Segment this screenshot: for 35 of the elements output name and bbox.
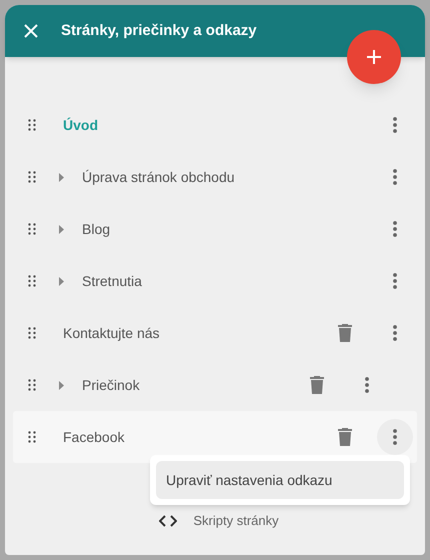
page-title[interactable]: Kontaktujte nás [63, 322, 160, 344]
kebab-icon [393, 325, 397, 341]
drag-handle-icon[interactable] [28, 171, 36, 183]
drag-handle-icon[interactable] [28, 431, 36, 443]
page-title[interactable]: Úprava stránok obchodu [82, 166, 235, 188]
close-icon [24, 24, 38, 38]
page-title[interactable]: Blog [82, 218, 110, 240]
page-title[interactable]: Stretnutia [82, 270, 142, 292]
menu-item[interactable]: Upraviť nastavenia odkazu [156, 461, 404, 499]
page-scripts-link[interactable]: Skripty stránky [193, 511, 279, 530]
kebab-icon [365, 377, 369, 393]
expand-caret-icon[interactable] [59, 172, 64, 182]
drag-handle-icon[interactable] [28, 119, 36, 131]
drag-handle-icon[interactable] [28, 327, 36, 339]
kebab-icon [393, 273, 397, 289]
kebab-icon [393, 117, 397, 133]
plus-icon [367, 50, 381, 64]
expand-caret-icon[interactable] [59, 380, 64, 390]
trash-icon [338, 324, 352, 342]
trash-icon [310, 376, 324, 394]
trash-icon [338, 428, 352, 446]
expand-caret-icon[interactable] [59, 276, 64, 286]
drag-handle-icon[interactable] [28, 379, 36, 391]
kebab-icon [393, 429, 397, 445]
kebab-icon [393, 169, 397, 185]
expand-caret-icon[interactable] [59, 224, 64, 234]
code-icon[interactable] [159, 514, 178, 527]
drag-handle-icon[interactable] [28, 223, 36, 235]
add-button[interactable] [347, 30, 401, 84]
page-title[interactable]: Facebook [63, 426, 124, 448]
drag-handle-icon[interactable] [28, 275, 36, 287]
kebab-icon [393, 221, 397, 237]
more-options-button[interactable] [377, 419, 413, 455]
page-title[interactable]: Priečinok [82, 374, 140, 396]
dialog-title: Stránky, priečinky a odkazy [61, 20, 257, 41]
